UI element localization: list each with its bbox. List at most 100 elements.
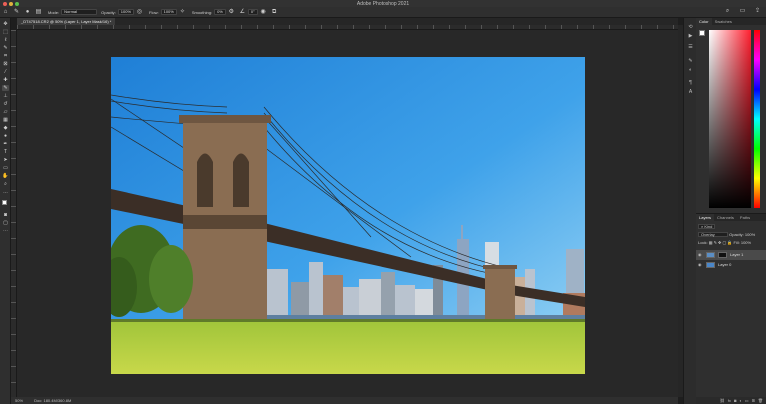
maximize-window-button[interactable] <box>15 2 19 6</box>
layer-mask-thumbnail[interactable] <box>718 252 727 258</box>
search-icon[interactable]: ⌕ <box>724 8 731 15</box>
document-tab-label: _DT47518.CR2 @ 50% (Layer 1, Layer Mask/… <box>21 19 112 24</box>
tab-paths[interactable]: Paths <box>737 214 753 221</box>
document-tab[interactable]: _DT47518.CR2 @ 50% (Layer 1, Layer Mask/… <box>17 18 116 25</box>
color-panel: Color Swatches <box>696 18 766 213</box>
eye-icon[interactable]: ◉ <box>698 250 702 260</box>
opacity-field[interactable]: 100% <box>117 9 135 15</box>
type-icon[interactable]: T <box>2 149 9 155</box>
brush-preset-icon[interactable]: ● <box>24 9 31 16</box>
history-icon[interactable]: ⟲ <box>687 24 694 30</box>
tab-swatches[interactable]: Swatches <box>712 18 735 25</box>
tab-layers[interactable]: Layers <box>696 214 715 221</box>
actions-icon[interactable]: ▶ <box>687 33 694 39</box>
layer-opacity-value[interactable]: 100% <box>745 232 755 237</box>
layer-row[interactable]: ◉ Layer 0 <box>696 260 766 270</box>
hue-slider[interactable] <box>754 30 760 208</box>
smoothing-label: Smoothing: <box>191 9 213 15</box>
angle-field[interactable]: 0° <box>247 9 258 15</box>
history-brush-icon[interactable]: ↺ <box>2 101 9 107</box>
eye-icon[interactable]: ◉ <box>698 260 702 270</box>
screen-mode-icon[interactable]: ▢ <box>2 220 9 226</box>
document-info[interactable]: Doc: 180.4M/360.8M <box>34 398 71 403</box>
smoothing-settings-icon[interactable]: ⚙ <box>228 9 235 16</box>
trash-icon[interactable]: 🗑 <box>758 397 763 404</box>
link-layers-icon[interactable]: ⛓ <box>720 397 725 404</box>
color-panel-tabs: Color Swatches <box>696 18 766 25</box>
properties-icon[interactable]: ☰ <box>687 44 694 50</box>
healing-icon[interactable]: ✚ <box>2 77 9 83</box>
layer-name[interactable]: Layer 0 <box>718 260 731 270</box>
foreground-color-swatch[interactable] <box>2 200 7 205</box>
brush-icon[interactable]: ✎ <box>2 85 9 91</box>
airbrush-icon[interactable]: ✧ <box>179 9 186 16</box>
flow-field[interactable]: 100% <box>160 9 177 15</box>
crop-icon[interactable]: ⌗ <box>2 53 9 59</box>
dodge-icon[interactable]: ● <box>2 133 9 139</box>
mode-select[interactable]: Normal <box>61 9 98 15</box>
window-title: Adobe Photoshop 2021 <box>356 0 410 7</box>
lock-icons[interactable]: ▦ ✎ ✥ ▢ 🔒 <box>709 240 733 245</box>
tab-channels[interactable]: Channels <box>714 214 737 221</box>
edit-toolbar-icon[interactable]: ⋯ <box>2 228 9 234</box>
eraser-icon[interactable]: ▱ <box>2 109 9 115</box>
zoom-icon[interactable]: ⌕ <box>2 181 9 187</box>
brush-settings-icon[interactable]: ✎ <box>687 58 694 64</box>
quick-mask-icon[interactable]: ◙ <box>2 212 9 218</box>
gradient-icon[interactable]: ▦ <box>2 117 9 123</box>
foreground-swatch[interactable] <box>699 30 705 36</box>
layers-panel-tabs: Layers Channels Paths <box>696 214 766 221</box>
document-image[interactable] <box>111 57 585 374</box>
paragraph-icon[interactable]: ¶ <box>687 80 694 86</box>
kind-filter[interactable]: ⌕ Kind <box>698 224 716 229</box>
options-bar: ⌂ ✎ ● ▤ Mode: Normal Opacity: 100% ◎ Flo… <box>0 7 766 18</box>
pen-icon[interactable]: ✒ <box>2 141 9 147</box>
character-icon[interactable]: A <box>687 89 694 95</box>
layer-row[interactable]: ◉ Layer 1 <box>696 250 766 260</box>
group-icon[interactable]: ▭ <box>745 397 749 404</box>
zoom-level[interactable]: 50% <box>15 398 23 403</box>
fill-value[interactable]: 100% <box>741 240 751 245</box>
lock-label: Lock: <box>698 240 708 245</box>
share-icon[interactable]: ⇪ <box>754 8 761 15</box>
lasso-icon[interactable]: ℓ <box>2 37 9 43</box>
layer-opacity-label: Opacity: <box>729 232 744 237</box>
shape-icon[interactable]: ▭ <box>2 165 9 171</box>
color-field[interactable] <box>709 30 751 208</box>
tab-color[interactable]: Color <box>696 18 712 25</box>
blend-mode-select[interactable]: Overlay <box>698 232 728 237</box>
title-bar: Adobe Photoshop 2021 <box>0 0 766 7</box>
flow-label: Flow: <box>149 9 159 15</box>
eyedropper-icon[interactable]: ⁄ <box>2 69 9 75</box>
canvas-area[interactable] <box>17 30 678 397</box>
symmetry-icon[interactable]: ⧉ <box>271 9 278 16</box>
brush-tool-icon[interactable]: ✎ <box>13 9 20 16</box>
new-layer-icon[interactable]: ⊞ <box>752 397 755 404</box>
add-mask-icon[interactable]: ◙ <box>734 397 736 404</box>
pressure-opacity-icon[interactable]: ◎ <box>136 9 143 16</box>
layer-name[interactable]: Layer 1 <box>730 250 743 260</box>
home-icon[interactable]: ⌂ <box>2 9 9 16</box>
adjustment-layer-icon[interactable]: ◐ <box>739 397 741 404</box>
adjustments-icon[interactable]: ◐ <box>687 67 694 73</box>
frame-icon[interactable]: ⊠ <box>2 61 9 67</box>
quick-select-icon[interactable]: ✎ <box>2 45 9 51</box>
more-icon[interactable]: … <box>2 189 9 195</box>
brush-settings-icon[interactable]: ▤ <box>35 9 42 16</box>
fx-icon[interactable]: fx <box>728 397 731 404</box>
minimize-window-button[interactable] <box>9 2 13 6</box>
pressure-size-icon[interactable]: ◉ <box>260 9 267 16</box>
smoothing-field[interactable]: 0% <box>214 9 226 15</box>
workspace-icon[interactable]: ▭ <box>739 8 746 15</box>
path-select-icon[interactable]: ➤ <box>2 157 9 163</box>
kind-label: Kind <box>704 224 713 229</box>
blur-icon[interactable]: ◆ <box>2 125 9 131</box>
move-icon[interactable]: ✥ <box>2 21 9 27</box>
stamp-icon[interactable]: ⊥ <box>2 93 9 99</box>
fill-label: Fill: <box>733 240 740 245</box>
filter-row: ⌕ Kind <box>698 224 716 230</box>
hand-icon[interactable]: ✋ <box>2 173 9 179</box>
marquee-icon[interactable]: ⬚ <box>2 29 9 35</box>
status-bar: 50% Doc: 180.4M/360.8M <box>11 397 678 404</box>
close-window-button[interactable] <box>3 2 7 6</box>
